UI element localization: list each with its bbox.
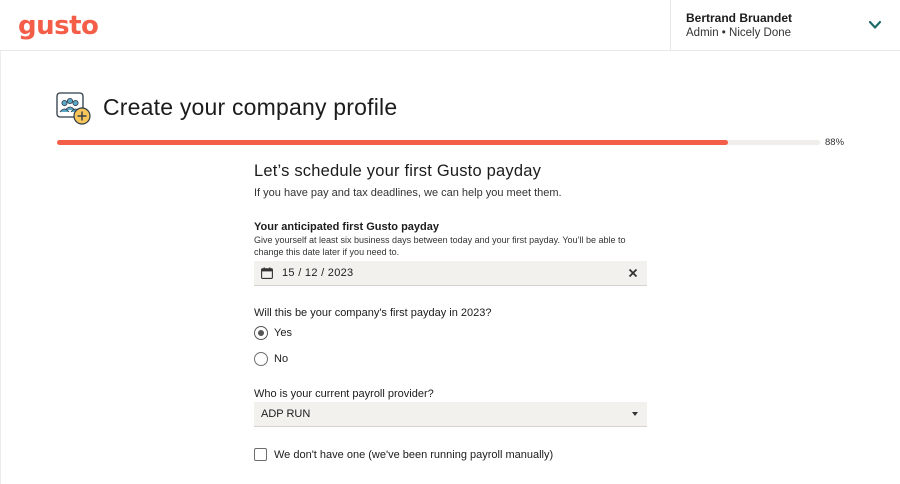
payday-help-text: Give yourself at least six business days… [254, 235, 626, 257]
manual-payroll-label[interactable]: We don't have one (we've been running pa… [274, 449, 553, 461]
radio-no[interactable] [254, 352, 268, 366]
page-edge-rule [0, 51, 1, 484]
section-subtitle: If you have pay and tax deadlines, we ca… [254, 187, 562, 199]
user-menu[interactable]: Bertrand Bruandet Admin • Nicely Done [670, 0, 900, 51]
dropdown-arrow-icon [632, 412, 638, 416]
payday-date-value: 15 / 12 / 2023 [282, 267, 354, 279]
payday-date-input[interactable]: 15 / 12 / 2023 [254, 261, 647, 286]
radio-yes-label[interactable]: Yes [274, 327, 292, 339]
calendar-icon[interactable] [261, 267, 273, 279]
provider-select-value: ADP RUN [261, 408, 311, 420]
user-role: Admin • Nicely Done [686, 27, 792, 39]
provider-label: Who is your current payroll provider? [254, 388, 434, 400]
radio-no-label[interactable]: No [274, 353, 288, 365]
progress-bar-fill [57, 140, 729, 145]
radio-yes[interactable] [254, 326, 268, 340]
chevron-down-icon[interactable] [868, 18, 882, 32]
close-icon[interactable] [628, 268, 638, 278]
first-payday-question: Will this be your company's first payday… [254, 307, 492, 319]
user-name: Bertrand Bruandet [686, 11, 793, 25]
payday-label: Your anticipated first Gusto payday [254, 221, 439, 233]
section-title: Let’s schedule your first Gusto payday [254, 162, 542, 180]
progress-percent: 88% [825, 137, 845, 148]
progress-bar [57, 140, 820, 145]
company-people-add-icon [56, 92, 91, 125]
manual-payroll-checkbox[interactable] [254, 448, 267, 461]
provider-select[interactable]: ADP RUN [254, 402, 647, 427]
page-title: Create your company profile [103, 94, 398, 120]
top-header: gusto Bertrand Bruandet Admin • Nicely D… [0, 0, 900, 51]
gusto-logo[interactable]: gusto [18, 11, 99, 41]
